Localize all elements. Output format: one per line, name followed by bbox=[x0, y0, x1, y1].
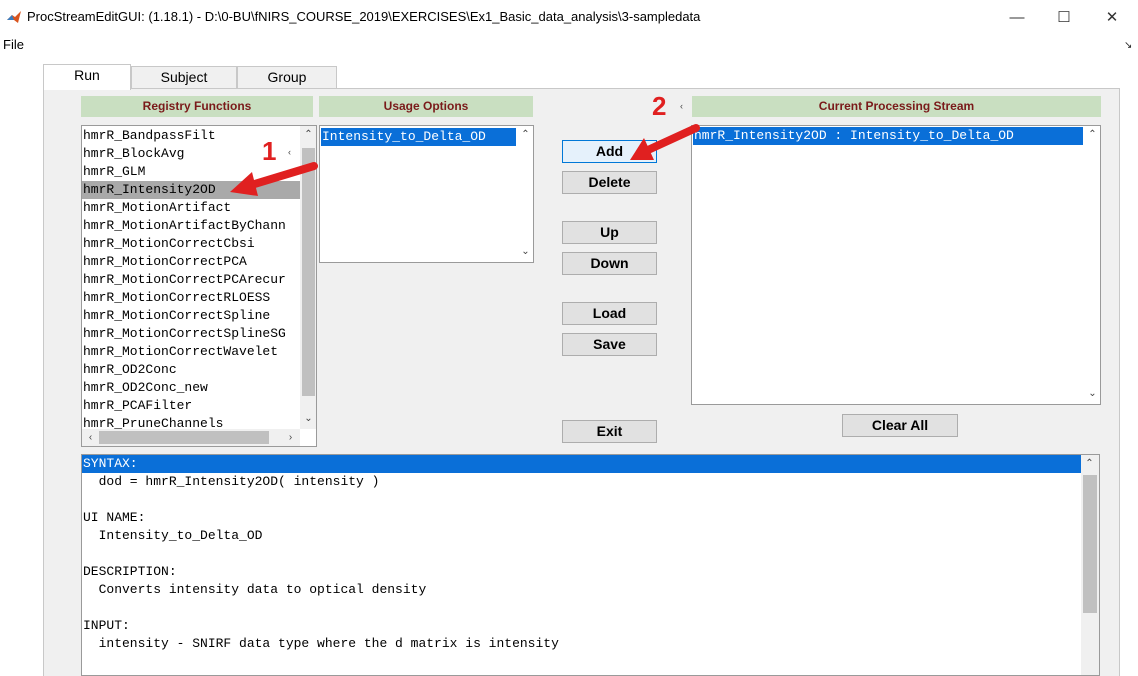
tab-group[interactable]: Group bbox=[237, 66, 337, 88]
usage-options-list[interactable]: Intensity_to_Delta_OD ⌃ ⌄ bbox=[319, 125, 534, 263]
help-lines: SYNTAX: dod = hmrR_Intensity2OD( intensi… bbox=[82, 455, 1082, 653]
step-2-label: 2 bbox=[652, 91, 667, 121]
list-item[interactable]: hmrR_Intensity2OD : Intensity_to_Delta_O… bbox=[693, 127, 1083, 145]
current-processing-stream-list[interactable]: hmrR_Intensity2OD : Intensity_to_Delta_O… bbox=[691, 125, 1101, 405]
function-help-text[interactable]: SYNTAX: dod = hmrR_Intensity2OD( intensi… bbox=[81, 454, 1100, 676]
list-item[interactable]: hmrR_MotionCorrectSpline bbox=[82, 307, 300, 325]
scroll-up-icon[interactable]: ⌃ bbox=[300, 126, 316, 143]
list-item[interactable]: hmrR_MotionArtifact bbox=[82, 199, 300, 217]
list-item[interactable]: hmrR_MotionArtifactByChann bbox=[82, 217, 300, 235]
list-item[interactable]: hmrR_PCAFilter bbox=[82, 397, 300, 415]
minimize-button[interactable]: — bbox=[994, 0, 1040, 34]
current-stream-rows: hmrR_Intensity2OD : Intensity_to_Delta_O… bbox=[693, 127, 1083, 145]
current-stream-vertical-scrollbar[interactable]: ⌃ ⌄ bbox=[1084, 126, 1100, 404]
scroll-down-icon[interactable]: ⌄ bbox=[300, 410, 316, 427]
current-processing-stream-header: Current Processing Stream bbox=[692, 96, 1101, 117]
scroll-down-icon[interactable]: ⌄ bbox=[1084, 385, 1100, 402]
maximize-button[interactable]: ☐ bbox=[1041, 0, 1087, 34]
collapse-arrow-icon: ‹ bbox=[680, 101, 683, 111]
scroll-thumb[interactable] bbox=[1083, 475, 1097, 613]
help-line[interactable]: Converts intensity data to optical densi… bbox=[82, 581, 1082, 599]
list-item[interactable]: hmrR_OD2Conc bbox=[82, 361, 300, 379]
scroll-left-icon[interactable]: ‹ bbox=[82, 429, 99, 446]
help-line[interactable]: intensity - SNIRF data type where the d … bbox=[82, 635, 1082, 653]
down-button[interactable]: Down bbox=[562, 252, 657, 275]
window-title: ProcStreamEditGUI: (1.18.1) - D:\0-BU\fN… bbox=[27, 9, 701, 24]
help-line[interactable] bbox=[82, 599, 1082, 617]
list-item[interactable]: hmrR_MotionCorrectSplineSG bbox=[82, 325, 300, 343]
save-button[interactable]: Save bbox=[562, 333, 657, 356]
scroll-down-icon[interactable]: ⌄ bbox=[517, 243, 533, 260]
tab-subject[interactable]: Subject bbox=[131, 66, 237, 88]
help-line[interactable]: UI NAME: bbox=[82, 509, 1082, 527]
scroll-up-icon[interactable]: ⌃ bbox=[1081, 455, 1098, 472]
scroll-up-icon[interactable]: ⌃ bbox=[517, 126, 533, 143]
dock-arrow-icon[interactable]: ↘ bbox=[1124, 40, 1132, 51]
list-item[interactable]: hmrR_MotionCorrectPCArecur bbox=[82, 271, 300, 289]
menu-file[interactable]: File bbox=[3, 37, 24, 52]
usage-options-header: Usage Options bbox=[319, 96, 533, 117]
help-line[interactable]: SYNTAX: bbox=[82, 455, 1082, 473]
scroll-right-icon[interactable]: › bbox=[282, 429, 299, 446]
help-line[interactable] bbox=[82, 545, 1082, 563]
list-item[interactable]: hmrR_MotionCorrectWavelet bbox=[82, 343, 300, 361]
red-arrow-icon bbox=[630, 124, 700, 160]
collapse-arrow-icon: ‹ bbox=[288, 147, 291, 157]
clear-all-button[interactable]: Clear All bbox=[842, 414, 958, 437]
matlab-app-icon bbox=[7, 11, 21, 23]
list-item[interactable]: hmrR_MotionCorrectCbsi bbox=[82, 235, 300, 253]
load-button[interactable]: Load bbox=[562, 302, 657, 325]
help-line[interactable]: Intensity_to_Delta_OD bbox=[82, 527, 1082, 545]
scroll-up-icon[interactable]: ⌃ bbox=[1084, 126, 1100, 143]
list-item[interactable]: hmrR_MotionCorrectRLOESS bbox=[82, 289, 300, 307]
exit-button[interactable]: Exit bbox=[562, 420, 657, 443]
list-item[interactable]: Intensity_to_Delta_OD bbox=[321, 128, 516, 146]
red-arrow-icon bbox=[230, 162, 318, 196]
usage-options-rows: Intensity_to_Delta_OD bbox=[321, 128, 516, 146]
help-line[interactable] bbox=[82, 491, 1082, 509]
scroll-thumb[interactable] bbox=[99, 431, 269, 444]
registry-functions-header: Registry Functions bbox=[81, 96, 313, 117]
registry-horizontal-scrollbar[interactable]: ‹ › bbox=[82, 429, 300, 446]
up-button[interactable]: Up bbox=[562, 221, 657, 244]
menu-bar bbox=[0, 34, 1138, 56]
help-line[interactable]: DESCRIPTION: bbox=[82, 563, 1082, 581]
help-line[interactable]: INPUT: bbox=[82, 617, 1082, 635]
delete-button[interactable]: Delete bbox=[562, 171, 657, 194]
help-line[interactable]: dod = hmrR_Intensity2OD( intensity ) bbox=[82, 473, 1082, 491]
list-item[interactable]: hmrR_OD2Conc_new bbox=[82, 379, 300, 397]
help-vertical-scrollbar[interactable]: ⌃ bbox=[1081, 455, 1099, 675]
tab-run[interactable]: Run bbox=[43, 64, 131, 90]
close-button[interactable]: ✕ bbox=[1089, 0, 1135, 34]
list-item[interactable]: hmrR_MotionCorrectPCA bbox=[82, 253, 300, 271]
usage-vertical-scrollbar[interactable]: ⌃ ⌄ bbox=[517, 126, 533, 262]
